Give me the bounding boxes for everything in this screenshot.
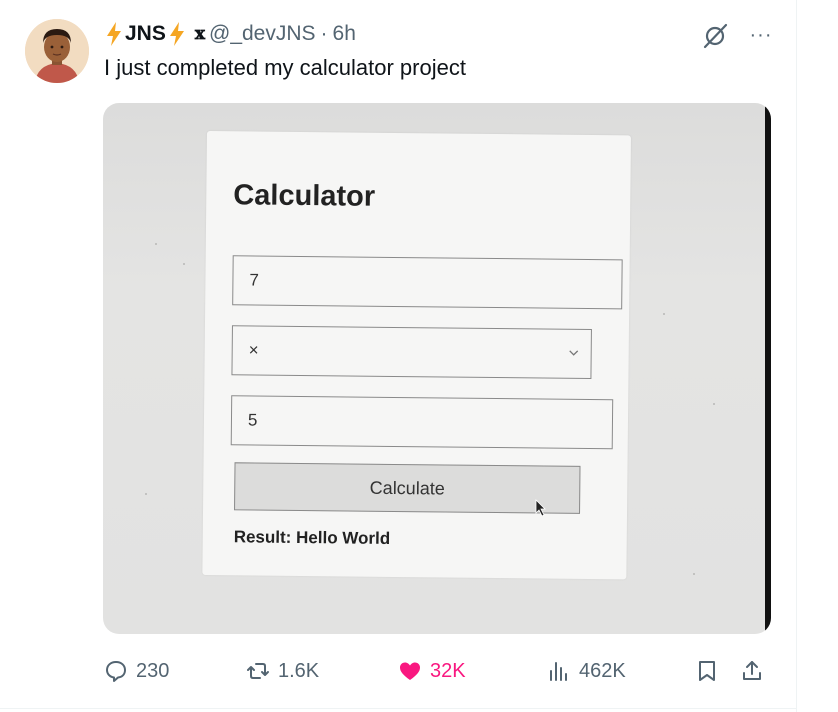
calculator-screen: Calculator 7 × 5 Calculate Result: Hello… xyxy=(202,131,631,580)
bookmark-icon xyxy=(699,661,715,681)
avatar-illustration xyxy=(25,19,89,83)
author-name[interactable]: JNS xyxy=(125,22,166,46)
repost-button[interactable]: 1.6K xyxy=(246,656,319,686)
avatar[interactable] xyxy=(25,19,89,83)
views-button[interactable]: 462K xyxy=(547,656,626,686)
tweet-text: I just completed my calculator project xyxy=(104,55,466,80)
author-handle[interactable]: @_devJNS xyxy=(209,22,316,46)
photo-speck xyxy=(145,493,147,495)
bolt-icon xyxy=(169,22,184,46)
photo-speck xyxy=(693,573,695,575)
view-count: 462K xyxy=(579,659,626,682)
calculator-title: Calculator xyxy=(233,179,376,213)
more-icon[interactable]: ··· xyxy=(748,22,774,48)
reply-count: 230 xyxy=(136,659,170,682)
like-count: 32K xyxy=(430,659,466,682)
photo-speck xyxy=(713,403,715,405)
first-number-input: 7 xyxy=(232,255,623,310)
share-icon xyxy=(743,661,761,680)
cursor-icon xyxy=(535,499,546,517)
tweet-bottom-border xyxy=(0,708,797,709)
reply-icon xyxy=(106,661,126,682)
repost-count: 1.6K xyxy=(278,659,320,682)
bolt-icon xyxy=(107,22,121,46)
photo-speck xyxy=(183,263,185,265)
photo-speck xyxy=(663,313,665,315)
separator-dot: · xyxy=(320,22,328,45)
chevron-down-icon xyxy=(569,350,579,356)
calculate-button: Calculate xyxy=(234,462,581,514)
timeline-right-border xyxy=(796,0,797,712)
share-button[interactable] xyxy=(740,656,772,686)
photo-speck xyxy=(155,243,157,245)
like-button[interactable]: 32K xyxy=(398,656,466,686)
first-number-value: 7 xyxy=(249,270,260,290)
bookmark-button[interactable] xyxy=(695,656,727,686)
operator-value: × xyxy=(248,340,259,360)
photo-edge-shadow xyxy=(765,103,771,634)
grok-icon[interactable] xyxy=(701,22,729,50)
tweet-header: JNS 𝕩 @_devJNS · 6h xyxy=(104,19,356,49)
views-icon xyxy=(550,662,567,681)
timestamp[interactable]: 6h xyxy=(333,22,356,46)
reply-button[interactable]: 230 xyxy=(104,656,169,686)
operator-select: × xyxy=(231,325,592,380)
repost-icon xyxy=(247,663,269,679)
tweet-media[interactable]: Calculator 7 × 5 Calculate Result: Hello… xyxy=(103,103,771,634)
x-logo-icon: 𝕩 xyxy=(194,24,205,44)
like-icon xyxy=(400,662,420,680)
second-number-input: 5 xyxy=(230,395,614,450)
result-text: Result: Hello World xyxy=(233,527,391,548)
second-number-value: 5 xyxy=(247,410,258,430)
